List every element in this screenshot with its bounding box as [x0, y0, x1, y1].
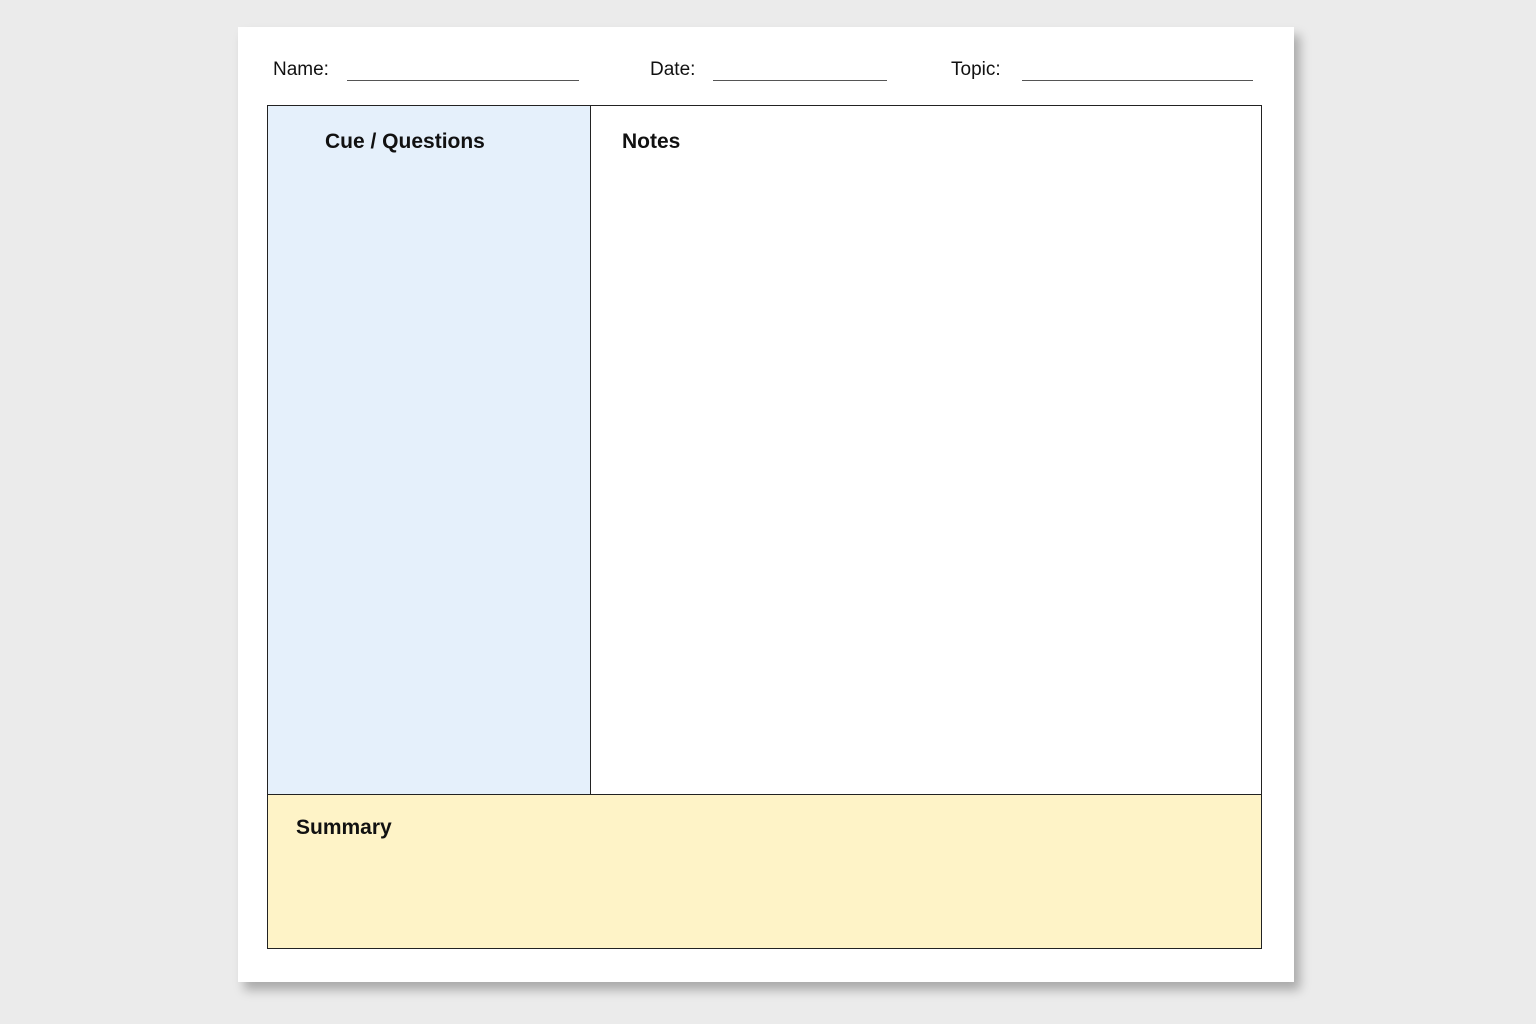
date-label: Date: — [650, 59, 696, 80]
notes-title: Notes — [622, 130, 681, 153]
topic-field[interactable] — [1022, 80, 1253, 81]
summary-title: Summary — [296, 816, 392, 839]
topic-label: Topic: — [951, 59, 1001, 80]
date-field[interactable] — [713, 80, 887, 81]
cue-title: Cue / Questions — [325, 130, 485, 153]
cue-column[interactable]: Cue / Questions — [268, 106, 591, 794]
cornell-notes-sheet: Name: Date: Topic: Cue / Questions Notes… — [238, 27, 1294, 982]
name-label: Name: — [273, 59, 329, 80]
name-field[interactable] — [347, 80, 579, 81]
notes-column[interactable]: Notes — [591, 106, 1261, 794]
notes-grid: Cue / Questions Notes Summary — [267, 105, 1262, 949]
summary-section[interactable]: Summary — [268, 794, 1261, 948]
header-fields: Name: Date: Topic: — [238, 27, 1294, 107]
